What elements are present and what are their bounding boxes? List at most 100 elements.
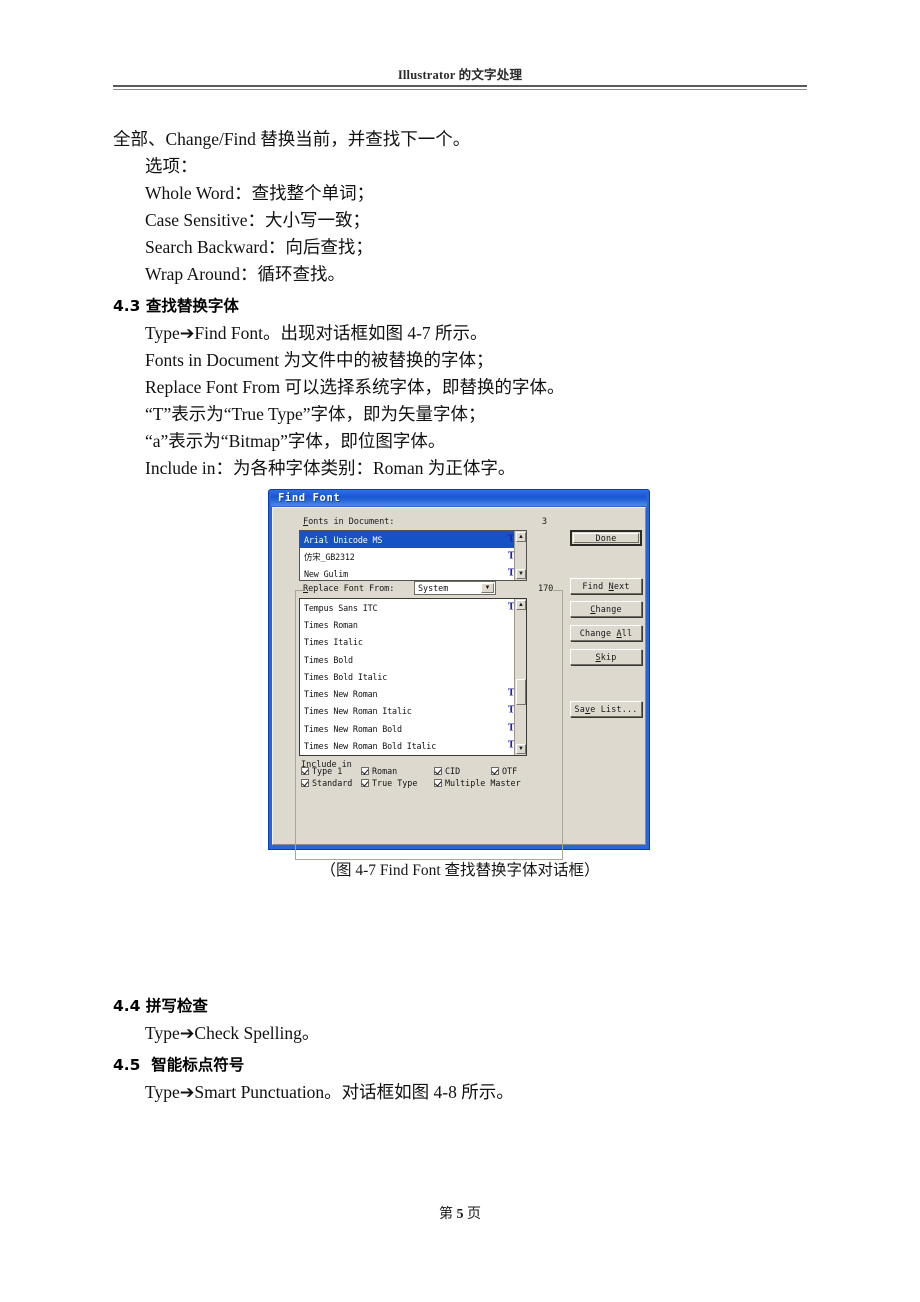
include-checkbox-cid[interactable]: CID [434, 766, 460, 776]
checkmark-icon[interactable] [301, 767, 309, 775]
chevron-down-icon[interactable]: ▼ [481, 583, 494, 593]
checkbox-label: Standard [312, 778, 353, 788]
font-name: Times Italic [304, 637, 363, 648]
footer-page-number: 5 [456, 1207, 464, 1222]
font-list-item[interactable]: Times New Roman BoldTT [300, 720, 526, 737]
done-button[interactable]: Done [570, 530, 642, 546]
skip-button[interactable]: Skip [570, 649, 642, 665]
dialog-frame: Find Font Fonts in Document: 3 Arial Uni… [268, 489, 650, 860]
dialog-titlebar[interactable]: Find Font [271, 490, 647, 506]
scroll-up-icon[interactable]: ▲ [516, 532, 526, 542]
fonts-in-document-rows[interactable]: Arial Unicode MSTT仿宋_GB2312TTNew GulimTT [300, 531, 526, 580]
font-name: Times Roman [304, 619, 358, 630]
checkbox-label: Roman [372, 766, 398, 776]
scroll-down-icon[interactable]: ▼ [516, 569, 526, 579]
header-rule-thick [113, 85, 807, 87]
text-line: Include in：为各种字体类别：Roman 为正体字。 [145, 458, 516, 478]
font-name: Tempus Sans ITC [304, 602, 378, 613]
checkmark-icon[interactable] [361, 779, 369, 787]
font-name: Times Bold [304, 654, 353, 665]
text-line: Replace Font From 可以选择系统字体，即替换的字体。 [145, 377, 565, 397]
include-checkbox-true-type[interactable]: True Type [361, 778, 417, 788]
text-line: Whole Word：查找整个单词； [145, 183, 375, 203]
font-list-item[interactable]: Times New RomanTT [300, 685, 526, 702]
find-next-button-label: Find Next [582, 581, 630, 591]
section-heading-4-3: 4.3 查找替换字体 [113, 297, 239, 315]
checkbox-label: Type 1 [312, 766, 343, 776]
include-checkbox-type-1[interactable]: Type 1 [301, 766, 342, 776]
font-list-item[interactable]: Times Italica [300, 634, 526, 651]
figure-caption: （图 4-7 Find Font 查找替换字体对话框） [320, 862, 600, 879]
font-name: Times New Roman Bold Italic [304, 741, 437, 752]
system-fonts-rows[interactable]: Tempus Sans ITCTTTimes RomanaTimes Itali… [300, 599, 526, 755]
document-list-scrollbar[interactable]: ▲ ▼ [514, 531, 526, 580]
font-list-item[interactable]: Times Romana [300, 616, 526, 633]
include-checkbox-otf[interactable]: OTF [491, 766, 517, 776]
fonts-in-document-list[interactable]: Arial Unicode MSTT仿宋_GB2312TTNew GulimTT… [299, 530, 527, 581]
save-list-button-label: Save List... [574, 704, 638, 714]
change-button[interactable]: Change [570, 601, 642, 617]
change-button-label: Change [590, 604, 622, 614]
font-name: 仿宋_GB2312 [304, 551, 355, 562]
paragraph-group-4-5: Type➔Smart Punctuation。对话框如图 4-8 所示。 [113, 1079, 813, 1106]
scrollbar-thumb[interactable] [516, 679, 526, 705]
page-footer: 第 5 页 [113, 1203, 807, 1223]
text-line: 选项： [145, 156, 198, 176]
find-font-dialog[interactable]: Find Font Fonts in Document: 3 Arial Uni… [268, 489, 650, 860]
footer-suffix: 页 [467, 1207, 481, 1222]
text-line: Type➔Check Spelling。 [145, 1023, 320, 1043]
checkmark-icon[interactable] [434, 779, 442, 787]
checkmark-icon[interactable] [491, 767, 499, 775]
scroll-down-icon[interactable]: ▼ [516, 744, 526, 754]
system-font-count: 170 [538, 584, 554, 594]
find-next-button[interactable]: Find Next [570, 578, 642, 594]
font-name: Times New Roman [304, 689, 378, 700]
body-text-upper: 全部、Change/Find 替换当前，并查找下一个。选项： Whole Word… [113, 126, 813, 482]
checkbox-label: OTF [502, 766, 518, 776]
header-rule-thin [113, 89, 807, 90]
text-line: Fonts in Document 为文件中的被替换的字体； [145, 350, 494, 370]
include-checkbox-multiple-master[interactable]: Multiple Master [434, 778, 521, 788]
done-button-label: Done [595, 533, 617, 543]
font-list-item[interactable]: Times New Roman ItalicTT [300, 703, 526, 720]
font-list-item[interactable]: Times Bolda [300, 651, 526, 668]
font-name: New Gulim [304, 568, 349, 579]
include-checkbox-standard[interactable]: Standard [301, 778, 352, 788]
font-list-item[interactable]: New GulimTT [300, 565, 526, 580]
checkmark-icon[interactable] [434, 767, 442, 775]
replace-source-value: System [418, 583, 449, 593]
fonts-in-document-count: 3 [541, 517, 547, 527]
footer-prefix: 第 [439, 1207, 453, 1222]
section-heading-4-5: 4.5 智能标点符号 [113, 1056, 245, 1074]
text-line: Type➔Find Font。出现对话框如图 4-7 所示。 [145, 323, 488, 343]
body-text-lower: 4.4 拼写检查 Type➔Check Spelling。 4.5 智能标点符号… [113, 988, 813, 1106]
font-list-item[interactable]: 仿宋_GB2312TT [300, 548, 526, 565]
change-all-button[interactable]: Change All [570, 625, 642, 641]
font-list-item[interactable]: Tempus Sans ITCTT [300, 599, 526, 616]
checkbox-label: True Type [372, 778, 418, 788]
dialog-title: Find Font [278, 492, 341, 504]
save-list-button[interactable]: Save List... [570, 701, 642, 717]
include-checkbox-roman[interactable]: Roman [361, 766, 397, 776]
running-header: Illustrator 的文字处理 [113, 64, 807, 86]
font-name: Times New Roman Bold [304, 723, 402, 734]
text-line: Case Sensitive：大小写一致； [145, 210, 371, 230]
change-all-button-label: Change All [579, 628, 633, 638]
font-name: Times Bold Italic [304, 671, 388, 682]
checkmark-icon[interactable] [301, 779, 309, 787]
paragraph-group-4-4: Type➔Check Spelling。 [113, 1020, 813, 1047]
system-fonts-list[interactable]: Tempus Sans ITCTTTimes RomanaTimes Itali… [299, 598, 527, 756]
replace-source-dropdown[interactable]: System ▼ [414, 581, 496, 595]
scroll-up-icon[interactable]: ▲ [516, 600, 526, 610]
font-list-item[interactable]: Times Bold Italica [300, 668, 526, 685]
dialog-client-area: Fonts in Document: 3 Arial Unicode MSTT仿… [272, 507, 646, 860]
font-list-item[interactable]: Times New Roman Bold ItalicTT [300, 737, 526, 754]
font-list-item[interactable]: Arial Unicode MSTT [300, 531, 526, 548]
section-heading-4-4: 4.4 拼写检查 [113, 997, 208, 1015]
checkbox-label: CID [445, 766, 461, 776]
text-line: 全部、Change/Find 替换当前，并查找下一个。 [113, 129, 471, 149]
system-list-scrollbar[interactable]: ▲ ▼ [514, 599, 526, 755]
paragraph-group-intro: 全部、Change/Find 替换当前，并查找下一个。选项： Whole Word… [113, 126, 813, 288]
text-line: “T”表示为“True Type”字体，即为矢量字体； [145, 404, 486, 424]
checkmark-icon[interactable] [361, 767, 369, 775]
